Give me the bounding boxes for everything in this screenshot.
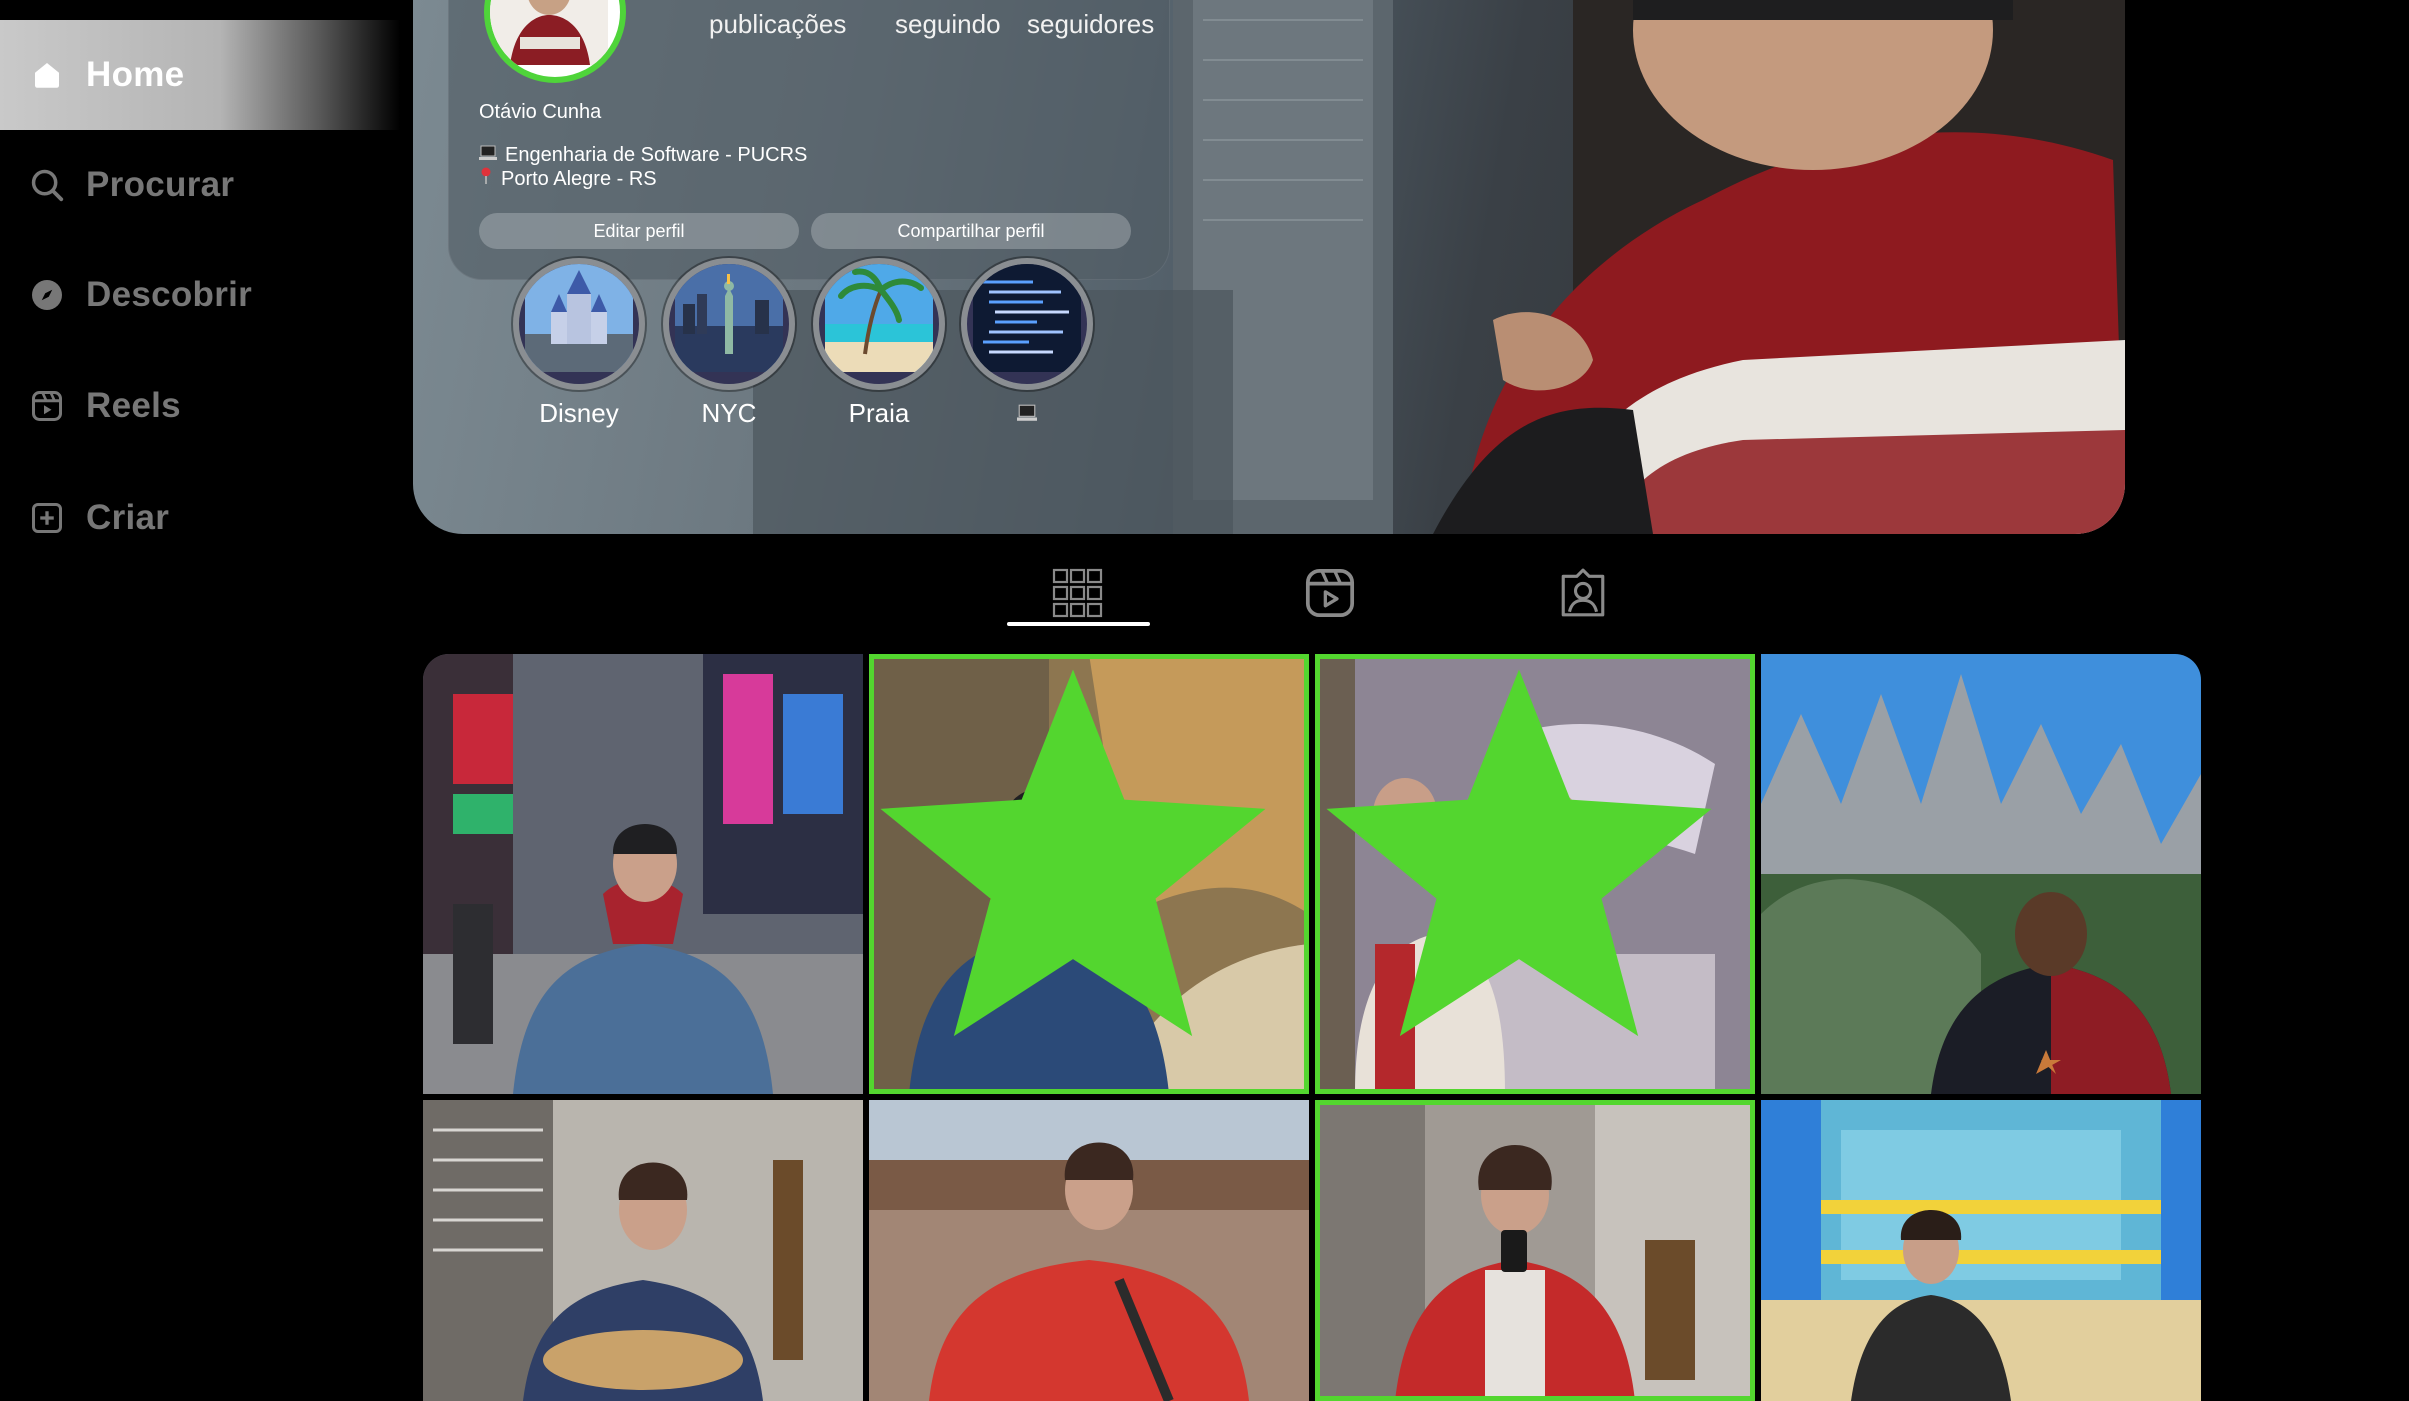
sidebar-item-label: Criar — [86, 498, 170, 537]
sidebar-item-label: Reels — [86, 386, 181, 425]
bio-line: Engenharia de Software - PUCRS — [479, 144, 807, 167]
highlight-praia[interactable]: Praia — [813, 258, 945, 428]
profile-header: publicações seguindo seguidores Otávio C… — [413, 0, 2125, 534]
highlight-label: Disney — [539, 398, 619, 428]
search-icon — [26, 164, 68, 206]
tab-tagged[interactable] — [1548, 560, 1618, 630]
post-tile[interactable] — [423, 654, 863, 1094]
highlight-thumb — [961, 258, 1093, 390]
sidebar-item-label: Descobrir — [86, 275, 253, 314]
post-tile-favorite[interactable] — [869, 654, 1309, 1094]
reels-icon — [1302, 565, 1358, 626]
reels-icon — [26, 385, 68, 427]
compass-icon — [26, 274, 68, 316]
sidebar-item-search[interactable]: Procurar — [0, 130, 400, 240]
post-tile-favorite[interactable] — [1315, 654, 1755, 1094]
profile-info-panel: publicações seguindo seguidores Otávio C… — [448, 0, 1170, 280]
post-tile[interactable] — [869, 1100, 1309, 1401]
pin-emoji — [479, 167, 493, 191]
sidebar-item-create[interactable]: Criar — [0, 463, 400, 573]
followers-count-label[interactable]: seguidores — [1027, 9, 1154, 40]
sidebar-item-discover[interactable]: Descobrir — [0, 240, 400, 350]
bio-line: Porto Alegre - RS — [479, 167, 657, 191]
post-tile-favorite[interactable] — [1315, 1100, 1755, 1401]
favorite-star-icon — [1326, 669, 1712, 1037]
bio-text: Engenharia de Software - PUCRS — [505, 144, 808, 166]
highlight-thumb — [663, 258, 795, 390]
grid-icon — [1052, 568, 1104, 623]
active-tab-indicator — [1007, 622, 1150, 626]
plus-square-icon — [26, 497, 68, 539]
post-tile[interactable] — [423, 1100, 863, 1401]
edit-profile-button[interactable]: Editar perfil — [479, 213, 799, 249]
posts-count-label[interactable]: publicações — [709, 9, 846, 40]
tab-posts-grid[interactable] — [1043, 560, 1113, 630]
favorite-star-icon — [880, 669, 1266, 1037]
laptop-emoji — [1017, 398, 1037, 428]
highlight-thumb — [813, 258, 945, 390]
highlight-label — [961, 398, 1093, 428]
highlight-disney[interactable]: Disney — [513, 258, 645, 428]
post-tile[interactable] — [1761, 1100, 2201, 1401]
sidebar-item-reels[interactable]: Reels — [0, 351, 400, 461]
highlight-code[interactable] — [961, 258, 1093, 428]
profile-name: Otávio Cunha — [479, 101, 602, 123]
sidebar-nav: Home Procurar Descobrir Reels Criar — [0, 0, 400, 1401]
tagged-icon — [1558, 567, 1608, 624]
home-icon — [26, 54, 68, 96]
bio-text: Porto Alegre - RS — [501, 167, 657, 190]
highlight-label: Praia — [848, 398, 910, 428]
tab-reels[interactable] — [1295, 560, 1365, 630]
sidebar-item-label: Home — [86, 55, 185, 94]
highlight-nyc[interactable]: NYC — [663, 258, 795, 428]
sidebar-item-label: Procurar — [86, 165, 235, 204]
highlight-thumb — [513, 258, 645, 390]
following-count-label[interactable]: seguindo — [895, 9, 1001, 40]
sidebar-item-home[interactable]: Home — [0, 20, 400, 130]
posts-grid — [423, 654, 2201, 1401]
highlight-label: NYC — [701, 398, 757, 428]
share-profile-button[interactable]: Compartilhar perfil — [811, 213, 1131, 249]
avatar[interactable] — [484, 0, 626, 83]
laptop-emoji — [479, 144, 497, 167]
post-tile[interactable] — [1761, 654, 2201, 1094]
